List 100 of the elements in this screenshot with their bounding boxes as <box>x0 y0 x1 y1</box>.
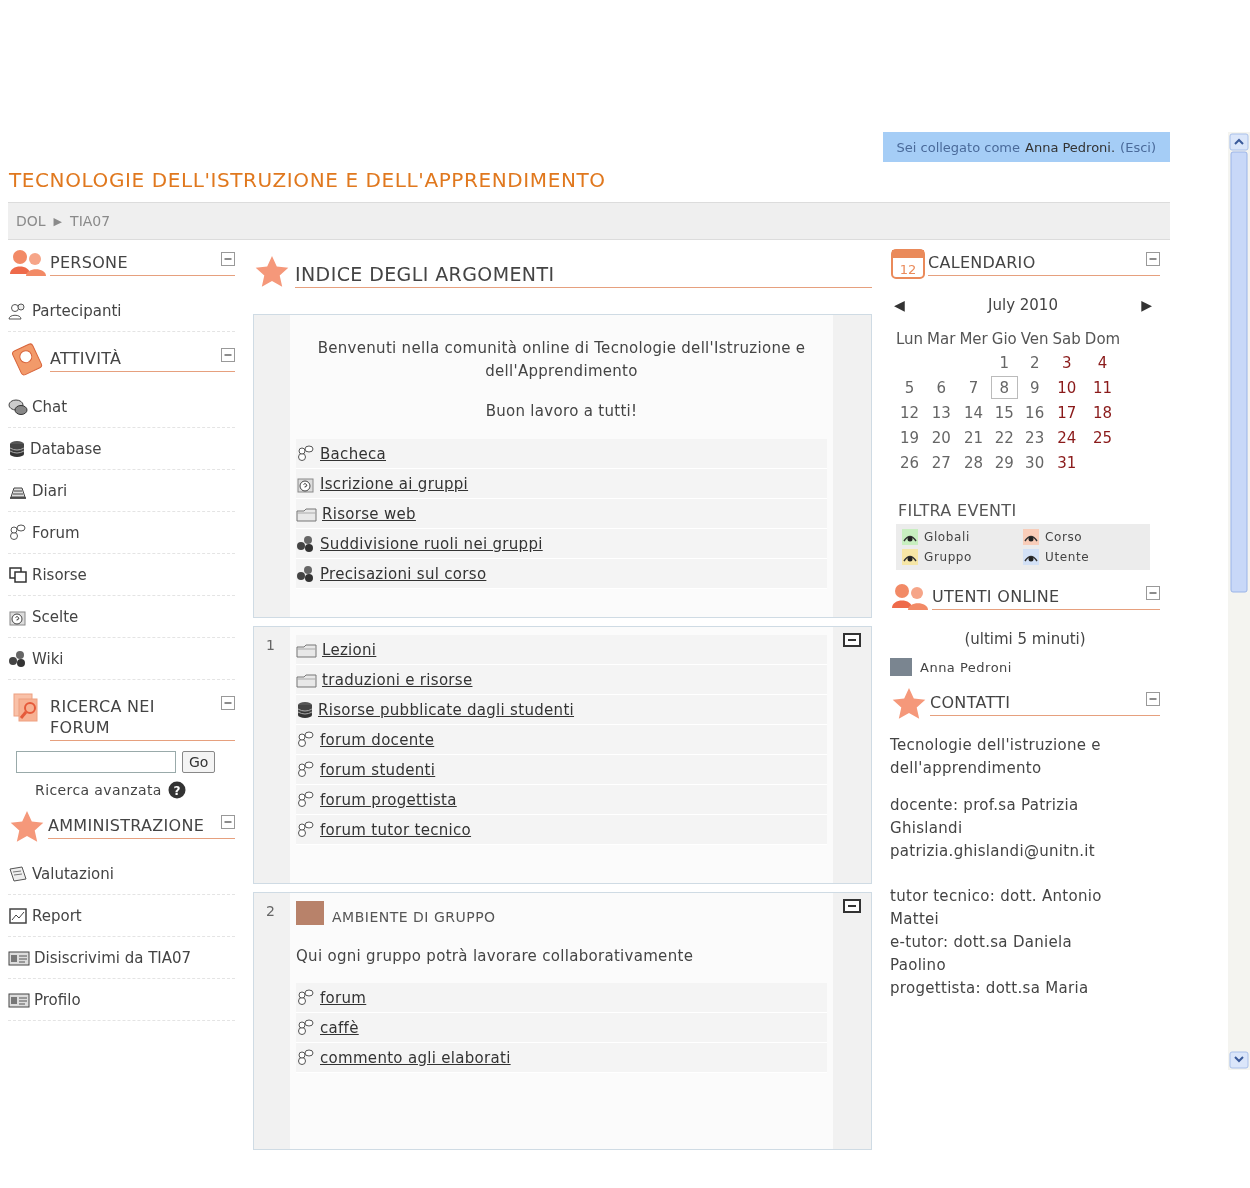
weekday-label: Sab <box>1051 329 1082 350</box>
calendar-day[interactable]: 31 <box>1050 450 1083 475</box>
calendar-day[interactable]: 19 <box>894 425 926 450</box>
collapse-icon <box>221 348 235 362</box>
calendar-day[interactable]: 27 <box>925 450 958 475</box>
calendar-day[interactable]: 1 <box>989 350 1019 375</box>
activity-link[interactable]: forum studenti <box>296 755 827 785</box>
block-title: UTENTI ONLINE <box>932 586 1060 607</box>
calendar-day[interactable]: 5 <box>894 375 926 400</box>
calendar-day[interactable]: 17 <box>1050 400 1083 425</box>
calendar-day[interactable]: 3 <box>1050 350 1083 375</box>
calendar-day[interactable]: 18 <box>1082 400 1123 425</box>
people-icon <box>296 444 316 463</box>
people-icon <box>296 1048 316 1067</box>
calendar-day[interactable]: 30 <box>1018 450 1051 475</box>
advanced-search-link[interactable]: Ricerca avanzata <box>35 782 162 798</box>
collapse-icon <box>221 815 235 829</box>
help-icon[interactable]: ? <box>167 781 186 799</box>
calendar-day[interactable]: 2 <box>1018 350 1051 375</box>
collapse-icon <box>1146 586 1160 600</box>
sidebar-link[interactable]: Profilo <box>8 979 235 1021</box>
calendar-day[interactable]: 22 <box>989 425 1019 450</box>
calendar-day[interactable]: 15 <box>989 400 1019 425</box>
overlapping-squares-icon <box>8 565 28 584</box>
filter-link[interactable]: Globali <box>924 530 970 544</box>
contact-text: patrizia.ghislandi@unitn.it <box>890 841 1096 862</box>
weekday-label: Mer <box>958 329 989 350</box>
sidebar-link[interactable]: Disiscrivimi da TIA07 <box>8 937 235 979</box>
sidebar-link[interactable]: Partecipanti <box>8 290 235 332</box>
sidebar-link[interactable]: Risorse <box>8 554 235 596</box>
activity-link[interactable]: Precisazioni sul corso <box>296 559 827 589</box>
activity-link[interactable]: forum docente <box>296 725 827 755</box>
search-field[interactable] <box>16 751 176 773</box>
user-link[interactable]: Anna Pedroni <box>920 659 1012 675</box>
calendar-day[interactable]: 21 <box>957 425 990 450</box>
activity-link[interactable]: caffè <box>296 1013 827 1043</box>
breadcrumb-separator: ▶ <box>53 214 63 228</box>
sidebar-link[interactable]: Forum <box>8 512 235 554</box>
clipboard-icon <box>8 864 28 883</box>
sidebar-link[interactable]: Scelte <box>8 596 235 638</box>
weekday-label: Lun <box>895 329 925 350</box>
go-button[interactable]: Go <box>182 751 216 773</box>
people-icon <box>8 301 28 320</box>
calendar-day[interactable]: 14 <box>957 400 990 425</box>
activity-link[interactable]: Iscrizione ai gruppi <box>296 469 827 499</box>
sidebar-link[interactable]: Wiki <box>8 638 235 680</box>
section-heading: AMBIENTE DI GRUPPO <box>332 909 496 925</box>
calendar-day[interactable]: 9 <box>1018 375 1051 400</box>
calendar-day[interactable]: 26 <box>894 450 926 475</box>
calendar-day[interactable]: 10 <box>1050 375 1083 400</box>
block-title: AMMINISTRAZIONE <box>48 815 205 836</box>
people-icon <box>296 1018 316 1037</box>
sidebar-link[interactable]: Valutazioni <box>8 853 235 895</box>
calendar-day[interactable]: 12 <box>894 400 926 425</box>
filter-link[interactable]: Corso <box>1045 530 1083 544</box>
id-card-icon <box>8 990 30 1009</box>
calendar-day[interactable]: 6 <box>925 375 958 400</box>
login-text: Sei collegato come <box>896 140 1020 155</box>
user-link[interactable]: Anna Pedroni. <box>1025 140 1116 155</box>
next-month-button[interactable]: ▶ <box>1141 297 1152 313</box>
calendar-day[interactable]: 8 <box>989 375 1019 400</box>
calendar-day[interactable]: 28 <box>957 450 990 475</box>
sidebar-link[interactable]: Diari <box>8 470 235 512</box>
previous-month-button[interactable]: ◀ <box>894 297 905 313</box>
calendar-day[interactable]: 29 <box>989 450 1019 475</box>
activity-link[interactable]: Suddivisione ruoli nei gruppi <box>296 529 827 559</box>
activity-link[interactable]: forum <box>296 983 827 1013</box>
collapse-icon <box>221 252 235 266</box>
people-icon <box>296 760 316 779</box>
section-summary: Qui ogni gruppo potrà lavorare collaborativamente <box>296 947 695 965</box>
activity-link[interactable]: Bacheca <box>296 439 827 469</box>
activity-link[interactable]: Risorse web <box>296 499 827 529</box>
calendar-day[interactable]: 16 <box>1018 400 1051 425</box>
weekday-label: Mar <box>926 329 957 350</box>
filter-link[interactable]: Utente <box>1045 550 1090 564</box>
calendar-day[interactable]: 25 <box>1082 425 1123 450</box>
activity-link[interactable]: Lezioni <box>296 635 827 665</box>
block-title: ATTIVITÀ <box>50 348 122 369</box>
collapse-icon[interactable] <box>843 899 861 913</box>
calendar-day[interactable]: 23 <box>1018 425 1051 450</box>
calendar-day[interactable]: 4 <box>1082 350 1123 375</box>
activity-link[interactable]: forum tutor tecnico <box>296 815 827 845</box>
filter-link[interactable]: Gruppo <box>924 550 972 564</box>
sidebar-link[interactable]: Report <box>8 895 235 937</box>
month-title: July 2010 <box>988 296 1058 314</box>
collapse-icon[interactable] <box>843 633 861 647</box>
calendar-day[interactable]: 11 <box>1082 375 1123 400</box>
activity-link[interactable]: commento agli elaborati <box>296 1043 827 1073</box>
sidebar-link[interactable]: Chat <box>8 386 235 428</box>
activity-link[interactable]: Risorse pubblicate dagli studenti <box>296 695 827 725</box>
calendar-day[interactable]: 7 <box>957 375 990 400</box>
welcome-text: Buon lavoro a tutti! <box>484 401 639 422</box>
activity-link[interactable]: traduzioni e risorse <box>296 665 827 695</box>
activity-link[interactable]: forum progettista <box>296 785 827 815</box>
circles-icon <box>296 534 316 553</box>
calendar-day[interactable]: 20 <box>925 425 958 450</box>
people-icon <box>8 523 28 542</box>
calendar-day[interactable]: 13 <box>925 400 958 425</box>
calendar-day[interactable]: 24 <box>1050 425 1083 450</box>
sidebar-link[interactable]: Database <box>8 428 235 470</box>
